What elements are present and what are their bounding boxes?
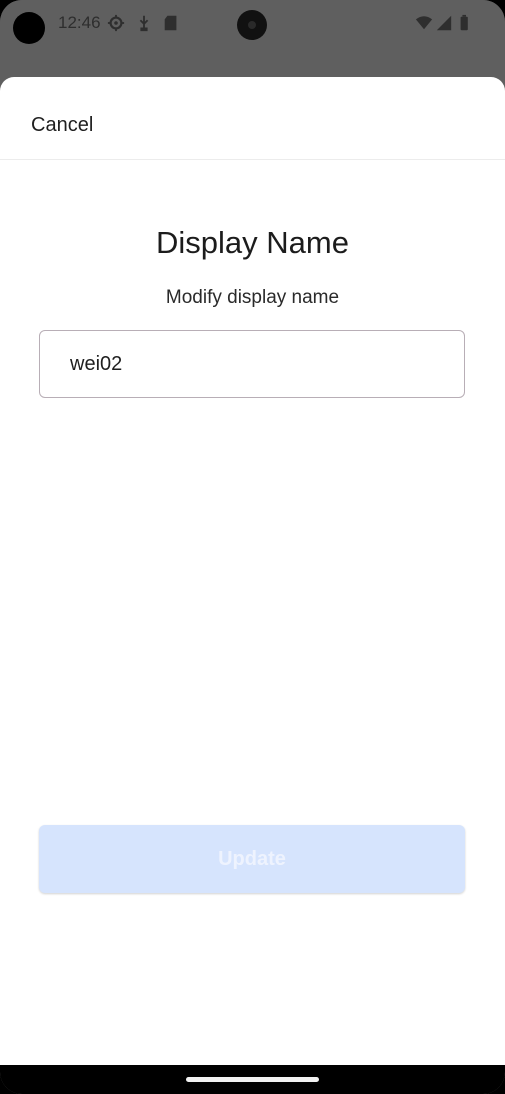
sd-card-icon	[164, 15, 177, 31]
page-subtitle: Modify display name	[165, 287, 340, 308]
display-name-input[interactable]	[70, 331, 450, 397]
status-bar: 12:46	[0, 0, 505, 48]
device-frame: 12:46 Cancel Display Name Modify display…	[0, 0, 505, 1094]
edit-display-name-sheet: Cancel Display Name Modify display name …	[0, 77, 505, 1065]
settings-icon	[107, 14, 125, 32]
page-title: Display Name	[156, 225, 349, 260]
cancel-button[interactable]: Cancel	[31, 114, 93, 137]
home-gesture-handle[interactable]	[186, 1077, 319, 1082]
navigation-bar	[0, 1065, 505, 1094]
wifi-icon	[415, 16, 433, 30]
display-name-field[interactable]	[39, 330, 465, 398]
sheet-header: Cancel	[0, 77, 505, 160]
camera-cutout-icon	[13, 12, 45, 44]
update-button[interactable]: Update	[39, 825, 465, 893]
battery-icon	[460, 14, 468, 31]
usb-icon	[139, 15, 149, 32]
signal-icon	[436, 15, 452, 31]
status-time: 12:46	[58, 13, 101, 32]
front-camera-icon	[237, 10, 267, 40]
background-scrim	[0, 48, 505, 78]
